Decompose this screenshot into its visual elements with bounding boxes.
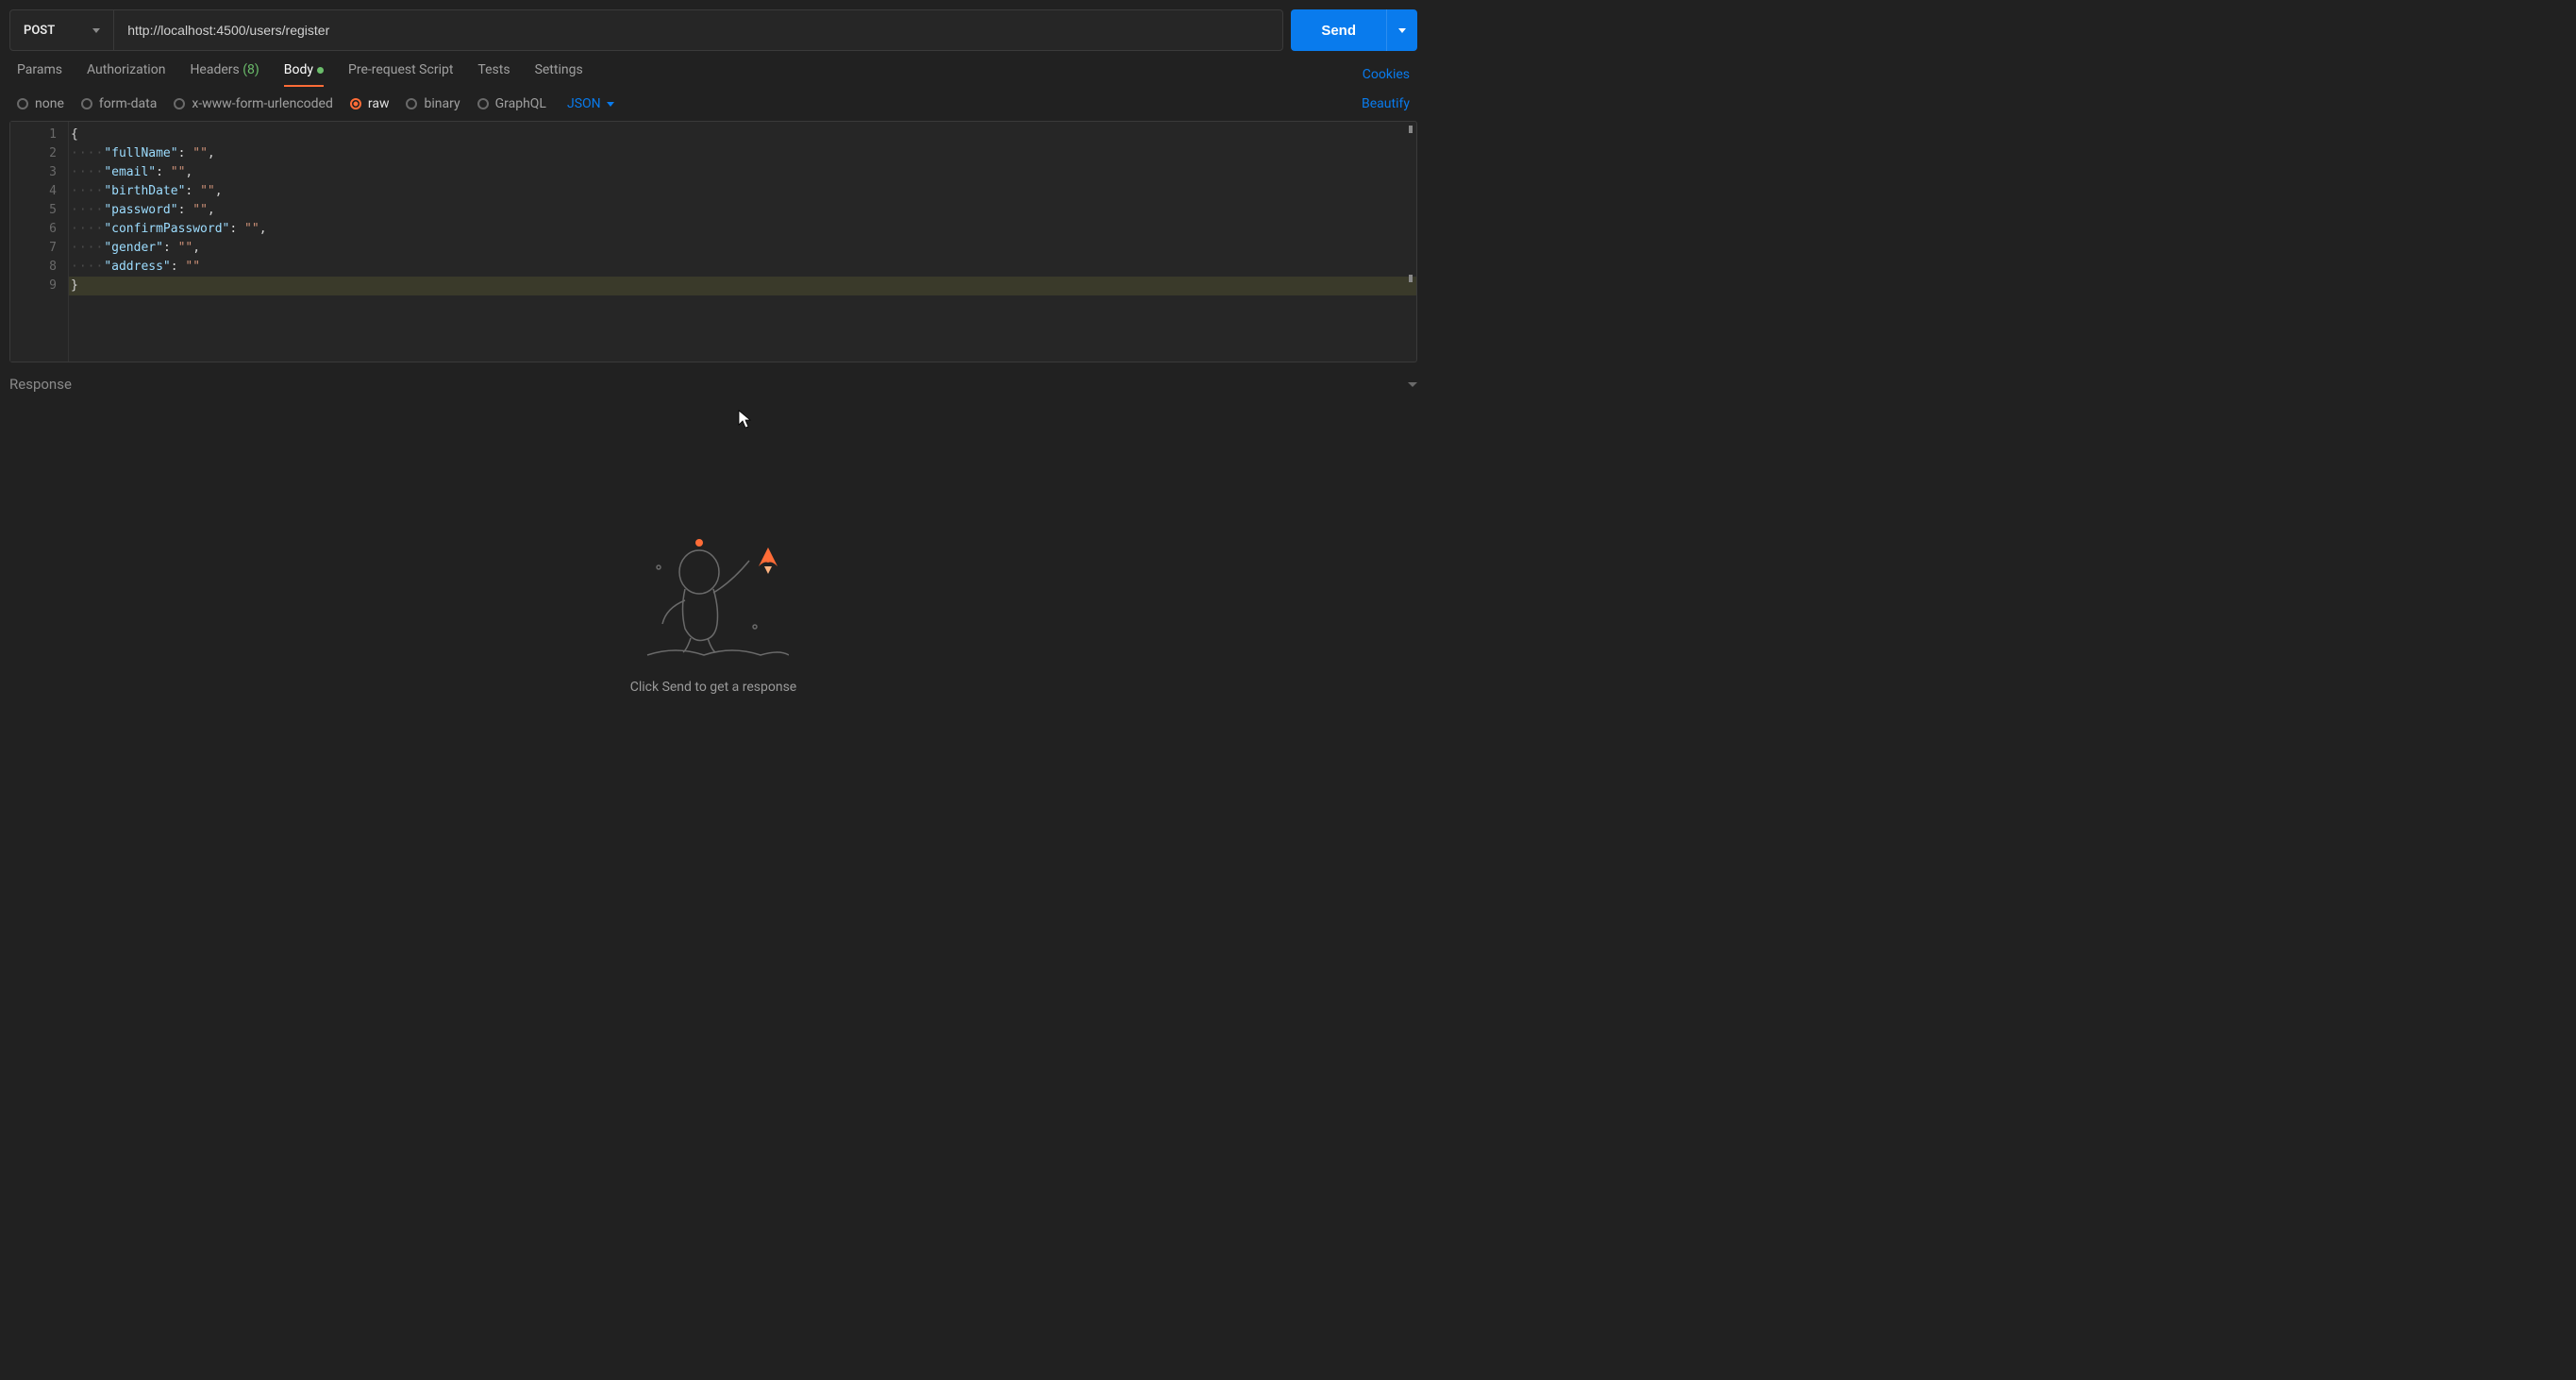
editor-minimap xyxy=(1407,124,1414,360)
http-method-select[interactable]: POST xyxy=(10,10,114,50)
chevron-down-icon xyxy=(607,102,614,107)
response-title: Response xyxy=(9,376,72,393)
tab-settings[interactable]: Settings xyxy=(535,62,583,87)
request-tabs: Params Authorization Headers (8) Body Pr… xyxy=(0,51,1427,87)
beautify-link[interactable]: Beautify xyxy=(1362,96,1410,111)
radio-icon xyxy=(174,98,185,109)
send-button[interactable]: Send xyxy=(1291,9,1386,51)
astronaut-illustration-icon xyxy=(638,534,789,657)
radio-none[interactable]: none xyxy=(17,96,64,111)
headers-count: (8) xyxy=(243,62,259,77)
radio-icon xyxy=(17,98,28,109)
method-url-container: POST xyxy=(9,9,1283,51)
response-empty-state: Click Send to get a response xyxy=(0,402,1427,695)
cookies-link[interactable]: Cookies xyxy=(1363,67,1410,82)
request-bar: POST Send xyxy=(0,0,1427,51)
response-empty-text: Click Send to get a response xyxy=(630,680,796,695)
editor-content[interactable]: {····"fullName": "",····"email": "",····… xyxy=(69,122,1416,362)
tab-params[interactable]: Params xyxy=(17,62,62,87)
radio-icon xyxy=(477,98,489,109)
tab-tests[interactable]: Tests xyxy=(477,62,510,87)
send-dropdown-button[interactable] xyxy=(1386,9,1417,51)
radio-binary[interactable]: binary xyxy=(406,96,460,111)
tab-prerequest[interactable]: Pre-request Script xyxy=(348,62,453,87)
radio-form-data[interactable]: form-data xyxy=(81,96,157,111)
http-method-label: POST xyxy=(24,24,55,38)
radio-icon xyxy=(350,98,361,109)
radio-icon xyxy=(406,98,417,109)
body-format-label: JSON xyxy=(567,96,601,111)
radio-graphql[interactable]: GraphQL xyxy=(477,96,546,111)
chevron-down-icon[interactable] xyxy=(1408,382,1417,387)
chevron-down-icon xyxy=(92,28,100,33)
tab-headers-label: Headers xyxy=(190,62,239,77)
tab-headers[interactable]: Headers (8) xyxy=(190,62,259,87)
body-format-select[interactable]: JSON xyxy=(567,96,614,111)
cursor-icon xyxy=(738,410,751,429)
tab-body-label: Body xyxy=(284,62,313,77)
editor-gutter: 1 2 3 4 5 6 7 8 9 xyxy=(10,122,69,362)
send-button-group: Send xyxy=(1291,9,1417,51)
url-input[interactable] xyxy=(114,10,1282,50)
body-type-row: none form-data x-www-form-urlencoded raw… xyxy=(0,87,1427,121)
radio-xwww[interactable]: x-www-form-urlencoded xyxy=(174,96,333,111)
response-panel-header[interactable]: Response xyxy=(0,362,1427,402)
tab-authorization[interactable]: Authorization xyxy=(87,62,165,87)
chevron-down-icon xyxy=(1398,28,1406,33)
tab-body[interactable]: Body xyxy=(284,62,324,87)
radio-icon xyxy=(81,98,92,109)
body-editor[interactable]: 1 2 3 4 5 6 7 8 9 {····"fullName": "",··… xyxy=(9,121,1417,362)
radio-raw[interactable]: raw xyxy=(350,96,390,111)
dot-indicator-icon xyxy=(317,67,324,74)
